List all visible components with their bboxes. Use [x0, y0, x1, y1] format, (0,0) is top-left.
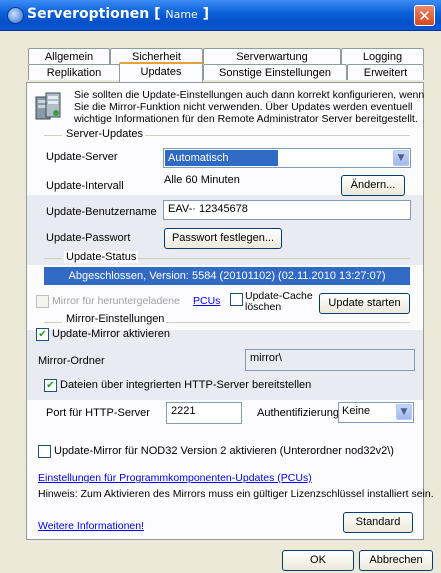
authentication-value: Keine: [342, 405, 371, 417]
standard-button[interactable]: Standard: [343, 512, 413, 533]
pcus-link[interactable]: PCUs: [193, 295, 220, 307]
window-title: Serveroptionen [ Name ]: [27, 6, 209, 22]
mirror-downloaded-label: Mirror für heruntergeladene: [52, 295, 180, 307]
update-status-group-label: Update-Status: [64, 251, 139, 263]
clear-cache-checkbox[interactable]: [230, 293, 243, 306]
server-updates-group-label: Server-Updates: [64, 128, 146, 140]
activate-mirror-label: Update-Mirror aktivieren: [52, 328, 170, 340]
authentication-select[interactable]: Keine ▼: [338, 402, 414, 423]
info-line-1: Sie sollten die Update-Einstellungen auc…: [74, 89, 425, 101]
update-server-value: Automatisch auswählen: [165, 150, 278, 180]
app-icon: [7, 7, 24, 24]
mirror-downloaded-checkbox[interactable]: [36, 295, 49, 308]
nod32-mirror-label: Update-Mirror für NOD32 Version 2 aktivi…: [54, 445, 394, 457]
group-line: [44, 322, 62, 323]
options-window: Serveroptionen [ Name ] ✕ Allgemein Sich…: [0, 0, 441, 573]
window-title-text: Serveroptionen: [27, 6, 150, 22]
tab-updates[interactable]: Updates: [119, 62, 203, 82]
title-bar: Serveroptionen [ Name ] ✕: [0, 0, 441, 31]
set-password-button[interactable]: Passwort festlegen...: [164, 228, 282, 249]
authentication-label: Authentifizierung: [257, 407, 339, 419]
tab-replikation[interactable]: Replikation: [28, 64, 120, 80]
mirror-settings-group-label: Mirror-Einstellungen: [64, 313, 167, 325]
group-line: [44, 258, 62, 259]
clear-cache-label-2: löschen: [245, 301, 282, 313]
update-interval-label: Update-Intervall: [46, 180, 124, 192]
update-interval-value: Alle 60 Minuten: [164, 174, 240, 186]
http-server-label: Dateien über integrierten HTTP-Server be…: [60, 379, 312, 391]
pcu-settings-link[interactable]: Einstellungen für Programmkomponenten-Up…: [38, 472, 312, 484]
group-line: [132, 258, 410, 259]
license-hint: Hinweis: Zum Aktivieren des Mirrors muss…: [38, 488, 434, 500]
title-bracket-close: ]: [202, 6, 210, 22]
change-interval-button[interactable]: Ändern...: [341, 175, 405, 196]
group-line: [44, 135, 62, 136]
group-line: [140, 135, 410, 136]
tab-allgemein[interactable]: Allgemein: [28, 48, 110, 64]
tab-sonstige-einstellungen[interactable]: Sonstige Einstellungen: [203, 64, 347, 80]
tab-erweitert[interactable]: Erweitert: [347, 64, 424, 80]
mirror-folder-input[interactable]: mirror\: [245, 349, 415, 371]
tab-serverwartung[interactable]: Serverwartung: [203, 48, 341, 64]
ok-button[interactable]: OK: [282, 550, 354, 571]
tab-logging[interactable]: Logging: [341, 48, 424, 64]
group-line: [146, 322, 410, 323]
update-password-label: Update-Passwort: [46, 232, 131, 244]
http-port-input[interactable]: 2221: [166, 402, 242, 424]
title-bracket-open: [: [154, 6, 161, 22]
http-server-checkbox[interactable]: ✔: [44, 379, 57, 392]
http-port-label: Port für HTTP-Server: [46, 407, 150, 419]
server-info-icon: [35, 92, 61, 120]
chevron-down-icon[interactable]: ▼: [393, 150, 409, 166]
title-name: Name: [165, 8, 198, 21]
more-info-link[interactable]: Weitere Informationen!: [38, 520, 144, 532]
close-button[interactable]: ✕: [414, 5, 435, 26]
start-update-button[interactable]: Update starten: [319, 293, 410, 314]
info-line-2: Sie die Mirror-Funktion nicht verwenden.…: [74, 101, 413, 113]
activate-mirror-checkbox[interactable]: ✔: [36, 328, 49, 341]
update-username-input[interactable]: EAV-· 12345678: [163, 200, 411, 220]
update-status-text: Abgeschlossen, Version: 5584 (20101102) …: [44, 267, 410, 285]
update-username-label: Update-Benutzername: [46, 206, 157, 218]
nod32-mirror-checkbox[interactable]: [38, 445, 51, 458]
chevron-down-icon[interactable]: ▼: [396, 404, 412, 420]
cancel-button[interactable]: Abbrechen: [359, 550, 433, 571]
info-line-3: wichtige Informationen für den Remote Ad…: [74, 113, 418, 125]
update-server-label: Update-Server: [46, 151, 118, 163]
mirror-folder-label: Mirror-Ordner: [38, 355, 105, 367]
update-server-select[interactable]: Automatisch auswählen ▼: [163, 148, 411, 180]
